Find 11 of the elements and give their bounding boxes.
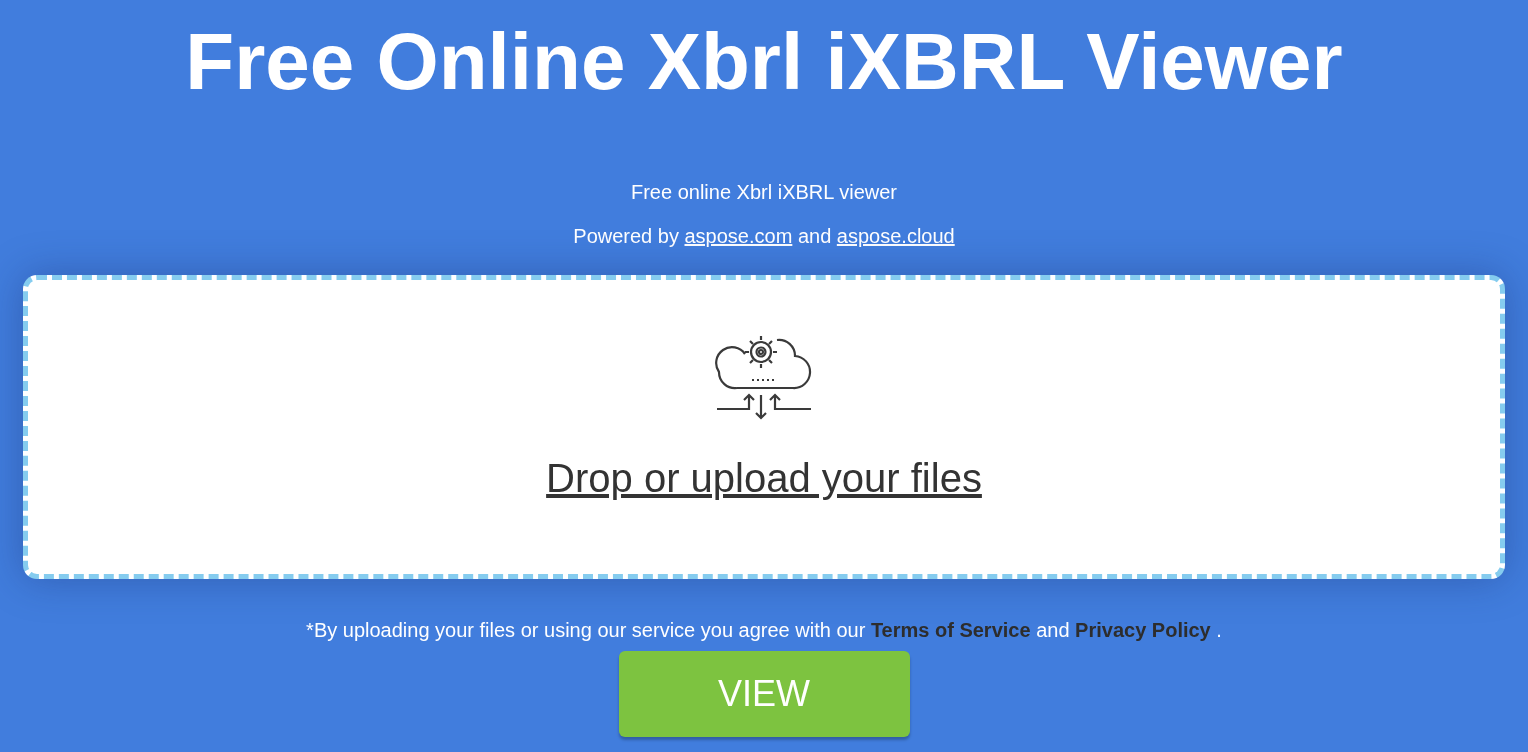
powered-by-text: Powered by aspose.com and aspose.cloud bbox=[573, 224, 955, 249]
terms-notice: *By uploading your files or using our service you agree with our Terms of Service and Privacy Policy . bbox=[306, 618, 1222, 643]
subtitle: Free online Xbrl iXBRL viewer bbox=[630, 180, 897, 205]
page-title: Free Online Xbrl iXBRL Viewer bbox=[185, 22, 1343, 102]
link[interactable]: aspose.cloud bbox=[836, 225, 955, 247]
link[interactable]: Terms of Service bbox=[870, 619, 1031, 641]
link[interactable]: Privacy Policy bbox=[1075, 619, 1211, 641]
upload-link[interactable]: Drop or upload your files bbox=[546, 448, 982, 508]
view-button[interactable]: VIEW bbox=[618, 651, 910, 737]
link[interactable]: aspose.com bbox=[684, 225, 793, 247]
drop-zone[interactable]: Drop or upload your files bbox=[23, 275, 1505, 579]
